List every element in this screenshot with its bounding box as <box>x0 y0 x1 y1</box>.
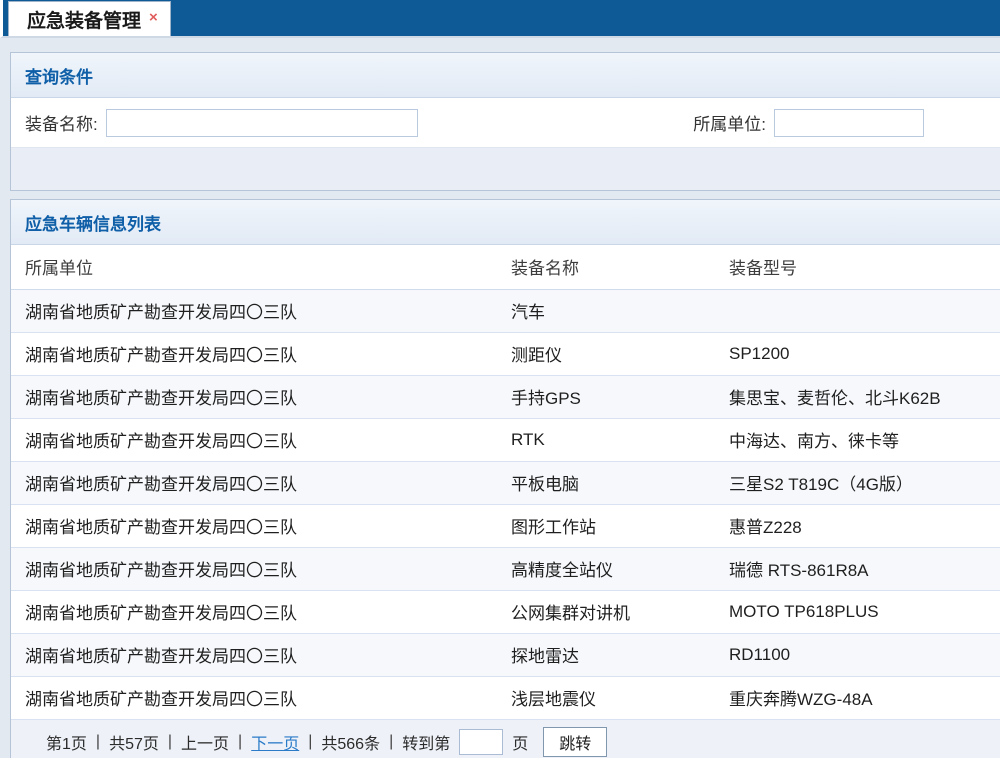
jump-button[interactable]: 跳转 <box>543 727 607 757</box>
tab-bar: 应急装备管理 × <box>0 0 1000 38</box>
equipment-model-cell: 中海达、南方、徕卡等 <box>715 418 1000 461</box>
query-panel: 查询条件 装备名称: 所属单位: <box>10 52 1000 191</box>
table-row: 湖南省地质矿产勘查开发局四〇三队浅层地震仪重庆奔腾WZG-48A <box>11 676 1000 719</box>
query-form-row: 装备名称: 所属单位: <box>11 98 1000 148</box>
tab-emergency-equipment[interactable]: 应急装备管理 × <box>8 1 171 36</box>
table-body: 湖南省地质矿产勘查开发局四〇三队汽车湖南省地质矿产勘查开发局四〇三队测距仪SP1… <box>11 289 1000 719</box>
unit-cell: 湖南省地质矿产勘查开发局四〇三队 <box>11 547 497 590</box>
equipment-model-cell: 三星S2 T819C（4G版） <box>715 461 1000 504</box>
current-page-text: 第1页 <box>46 730 87 754</box>
equipment-table: 所属单位 装备名称 装备型号 湖南省地质矿产勘查开发局四〇三队汽车湖南省地质矿产… <box>11 245 1000 720</box>
column-header-unit: 所属单位 <box>11 245 497 289</box>
equipment-name-input[interactable] <box>106 109 418 137</box>
equipment-name-cell: 图形工作站 <box>497 504 715 547</box>
separator: | <box>308 733 312 751</box>
table-row: 湖南省地质矿产勘查开发局四〇三队图形工作站惠普Z228 <box>11 504 1000 547</box>
table-row: 湖南省地质矿产勘查开发局四〇三队汽车 <box>11 289 1000 332</box>
equipment-name-cell: 汽车 <box>497 289 715 332</box>
unit-cell: 湖南省地质矿产勘查开发局四〇三队 <box>11 461 497 504</box>
column-header-equipment-model: 装备型号 <box>715 245 1000 289</box>
equipment-model-cell: RD1100 <box>715 633 1000 676</box>
goto-page-label: 转到第 <box>402 730 450 754</box>
table-row: 湖南省地质矿产勘查开发局四〇三队平板电脑三星S2 T819C（4G版） <box>11 461 1000 504</box>
tab-title: 应急装备管理 <box>27 6 141 33</box>
table-row: 湖南省地质矿产勘查开发局四〇三队RTK中海达、南方、徕卡等 <box>11 418 1000 461</box>
equipment-model-cell <box>715 289 1000 332</box>
table-header-row: 所属单位 装备名称 装备型号 <box>11 245 1000 289</box>
unit-cell: 湖南省地质矿产勘查开发局四〇三队 <box>11 418 497 461</box>
equipment-model-cell: MOTO TP618PLUS <box>715 590 1000 633</box>
table-row: 湖南省地质矿产勘查开发局四〇三队手持GPS集思宝、麦哲伦、北斗K62B <box>11 375 1000 418</box>
separator: | <box>96 733 100 751</box>
unit-cell: 湖南省地质矿产勘查开发局四〇三队 <box>11 633 497 676</box>
owner-unit-input[interactable] <box>774 109 924 137</box>
equipment-name-cell: 测距仪 <box>497 332 715 375</box>
equipment-name-cell: 平板电脑 <box>497 461 715 504</box>
prev-page-button[interactable]: 上一页 <box>181 730 229 754</box>
separator: | <box>238 733 242 751</box>
table-row: 湖南省地质矿产勘查开发局四〇三队高精度全站仪瑞德 RTS-861R8A <box>11 547 1000 590</box>
unit-cell: 湖南省地质矿产勘查开发局四〇三队 <box>11 590 497 633</box>
query-panel-footer <box>11 148 1000 190</box>
table-row: 湖南省地质矿产勘查开发局四〇三队探地雷达RD1100 <box>11 633 1000 676</box>
equipment-name-field: 装备名称: <box>25 109 418 137</box>
page-suffix-label: 页 <box>512 730 528 754</box>
separator: | <box>389 733 393 751</box>
table-row: 湖南省地质矿产勘查开发局四〇三队公网集群对讲机MOTO TP618PLUS <box>11 590 1000 633</box>
owner-unit-field: 所属单位: <box>693 109 924 137</box>
separator: | <box>168 733 172 751</box>
goto-page-input[interactable] <box>459 729 503 755</box>
equipment-model-cell: 重庆奔腾WZG-48A <box>715 676 1000 719</box>
pagination-bar: 第1页 | 共57页 | 上一页 | 下一页 | 共566条 | 转到第 页 跳… <box>11 720 1000 758</box>
total-records-text: 共566条 <box>321 730 380 754</box>
unit-cell: 湖南省地质矿产勘查开发局四〇三队 <box>11 676 497 719</box>
total-pages-text: 共57页 <box>109 730 159 754</box>
column-header-equipment-name: 装备名称 <box>497 245 715 289</box>
equipment-name-label: 装备名称: <box>25 110 98 135</box>
equipment-name-cell: 高精度全站仪 <box>497 547 715 590</box>
query-panel-title: 查询条件 <box>11 53 1000 98</box>
equipment-model-cell: 惠普Z228 <box>715 504 1000 547</box>
table-row: 湖南省地质矿产勘查开发局四〇三队测距仪SP1200 <box>11 332 1000 375</box>
equipment-name-cell: 探地雷达 <box>497 633 715 676</box>
equipment-model-cell: 瑞德 RTS-861R8A <box>715 547 1000 590</box>
next-page-link[interactable]: 下一页 <box>251 730 299 754</box>
equipment-model-cell: SP1200 <box>715 332 1000 375</box>
equipment-model-cell: 集思宝、麦哲伦、北斗K62B <box>715 375 1000 418</box>
tab-close-icon[interactable]: × <box>149 10 158 25</box>
unit-cell: 湖南省地质矿产勘查开发局四〇三队 <box>11 504 497 547</box>
unit-cell: 湖南省地质矿产勘查开发局四〇三队 <box>11 289 497 332</box>
equipment-name-cell: 手持GPS <box>497 375 715 418</box>
equipment-list-title: 应急车辆信息列表 <box>11 200 1000 245</box>
equipment-list-panel: 应急车辆信息列表 所属单位 装备名称 装备型号 湖南省地质矿产勘查开发局四〇三队… <box>10 199 1000 758</box>
unit-cell: 湖南省地质矿产勘查开发局四〇三队 <box>11 332 497 375</box>
equipment-name-cell: 浅层地震仪 <box>497 676 715 719</box>
equipment-name-cell: 公网集群对讲机 <box>497 590 715 633</box>
equipment-name-cell: RTK <box>497 418 715 461</box>
unit-cell: 湖南省地质矿产勘查开发局四〇三队 <box>11 375 497 418</box>
owner-unit-label: 所属单位: <box>693 110 766 135</box>
